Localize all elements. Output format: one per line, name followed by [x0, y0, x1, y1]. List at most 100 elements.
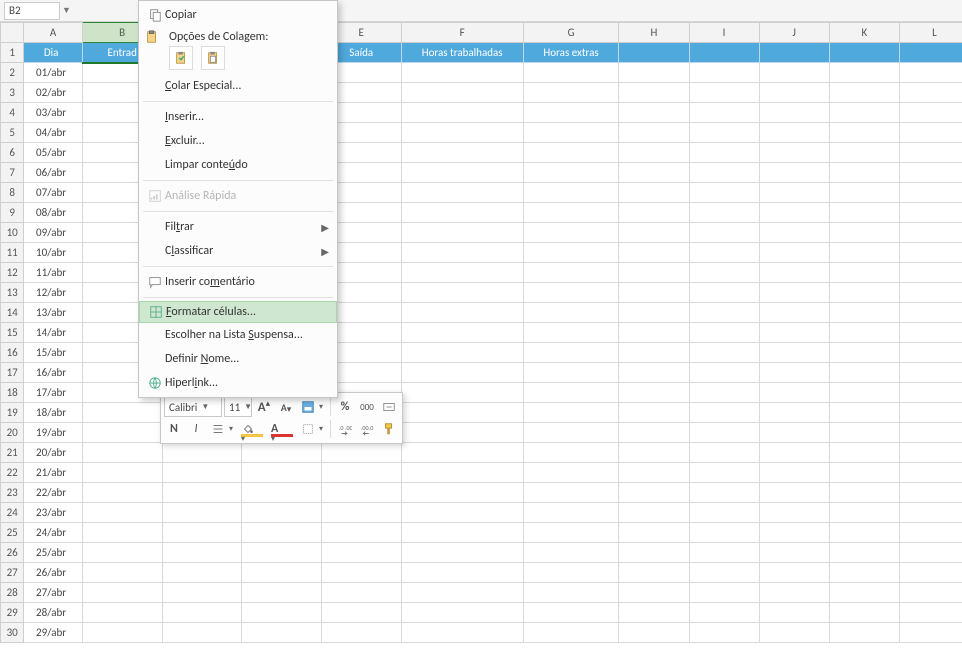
cell[interactable] [829, 123, 899, 143]
cell[interactable] [689, 203, 759, 223]
cell[interactable] [619, 483, 689, 503]
row-header[interactable]: 19 [1, 403, 24, 423]
cell[interactable] [401, 623, 523, 643]
cell[interactable] [759, 383, 829, 403]
cell[interactable] [759, 423, 829, 443]
cell[interactable]: 26/abr [24, 563, 82, 583]
row-header[interactable]: 12 [1, 263, 24, 283]
row-header[interactable]: 3 [1, 83, 24, 103]
cell[interactable] [619, 183, 689, 203]
cell[interactable]: Horas extras [523, 43, 619, 63]
cell[interactable] [899, 363, 962, 383]
cell[interactable] [523, 563, 619, 583]
cell[interactable] [619, 583, 689, 603]
cell[interactable] [689, 343, 759, 363]
cell[interactable] [523, 463, 619, 483]
row-header[interactable]: 16 [1, 343, 24, 363]
cell[interactable] [523, 323, 619, 343]
row-header[interactable]: 10 [1, 223, 24, 243]
cell[interactable] [829, 383, 899, 403]
font-size-dropdown[interactable]: 11▼ [224, 397, 252, 417]
cell[interactable] [899, 463, 962, 483]
col-header-L[interactable]: L [899, 23, 962, 43]
cell[interactable] [82, 603, 162, 623]
cell[interactable] [401, 183, 523, 203]
cell[interactable]: 14/abr [24, 323, 82, 343]
col-header-J[interactable]: J [759, 23, 829, 43]
cell[interactable] [401, 363, 523, 383]
cell[interactable] [689, 503, 759, 523]
cell[interactable] [689, 403, 759, 423]
cell[interactable] [321, 603, 401, 623]
cell[interactable] [829, 523, 899, 543]
cell[interactable] [689, 123, 759, 143]
cell[interactable] [689, 543, 759, 563]
cell[interactable] [759, 123, 829, 143]
cell[interactable] [899, 523, 962, 543]
cell[interactable] [899, 483, 962, 503]
cell[interactable] [619, 263, 689, 283]
cell[interactable] [619, 123, 689, 143]
cell[interactable] [899, 403, 962, 423]
cell[interactable] [401, 563, 523, 583]
cell[interactable] [689, 143, 759, 163]
cell[interactable] [829, 63, 899, 83]
cell[interactable] [899, 383, 962, 403]
cell[interactable] [829, 243, 899, 263]
row-header[interactable]: 28 [1, 583, 24, 603]
cell[interactable] [619, 323, 689, 343]
cell[interactable] [523, 243, 619, 263]
cell[interactable]: 21/abr [24, 463, 82, 483]
cell[interactable] [82, 463, 162, 483]
cell[interactable] [899, 223, 962, 243]
cell[interactable] [242, 623, 322, 643]
col-header-I[interactable]: I [689, 23, 759, 43]
cell[interactable] [619, 523, 689, 543]
cell[interactable] [523, 583, 619, 603]
cell[interactable] [401, 263, 523, 283]
cell[interactable] [829, 103, 899, 123]
cell[interactable] [759, 343, 829, 363]
cell[interactable] [829, 403, 899, 423]
cell[interactable] [619, 503, 689, 523]
cell[interactable] [321, 583, 401, 603]
cell[interactable] [162, 603, 242, 623]
cell[interactable] [899, 243, 962, 263]
cell[interactable]: 12/abr [24, 283, 82, 303]
cell[interactable] [401, 163, 523, 183]
cell[interactable]: Dia [24, 43, 82, 63]
cell[interactable]: 25/abr [24, 543, 82, 563]
cell[interactable] [829, 263, 899, 283]
cell[interactable] [523, 443, 619, 463]
cell[interactable] [759, 323, 829, 343]
cell[interactable] [523, 423, 619, 443]
cell[interactable] [242, 463, 322, 483]
paste-values-button[interactable] [201, 46, 225, 70]
cell[interactable] [689, 263, 759, 283]
cell[interactable] [759, 63, 829, 83]
cell[interactable] [401, 103, 523, 123]
percent-format-button[interactable]: % [335, 397, 355, 417]
cell[interactable] [899, 443, 962, 463]
cell[interactable] [899, 303, 962, 323]
cell[interactable] [829, 43, 899, 63]
row-header[interactable]: 23 [1, 483, 24, 503]
cell[interactable] [619, 463, 689, 483]
cell[interactable] [619, 383, 689, 403]
cell[interactable]: 07/abr [24, 183, 82, 203]
cell[interactable] [401, 483, 523, 503]
row-header[interactable]: 1 [1, 43, 24, 63]
row-header[interactable]: 15 [1, 323, 24, 343]
cell[interactable] [689, 623, 759, 643]
cell[interactable] [523, 103, 619, 123]
cell[interactable]: 08/abr [24, 203, 82, 223]
cell[interactable] [829, 303, 899, 323]
cell[interactable] [523, 623, 619, 643]
cell[interactable] [759, 443, 829, 463]
cell[interactable] [759, 563, 829, 583]
cell[interactable] [899, 603, 962, 623]
cell[interactable] [829, 323, 899, 343]
cell[interactable] [619, 403, 689, 423]
cell[interactable] [619, 243, 689, 263]
cell[interactable] [82, 483, 162, 503]
